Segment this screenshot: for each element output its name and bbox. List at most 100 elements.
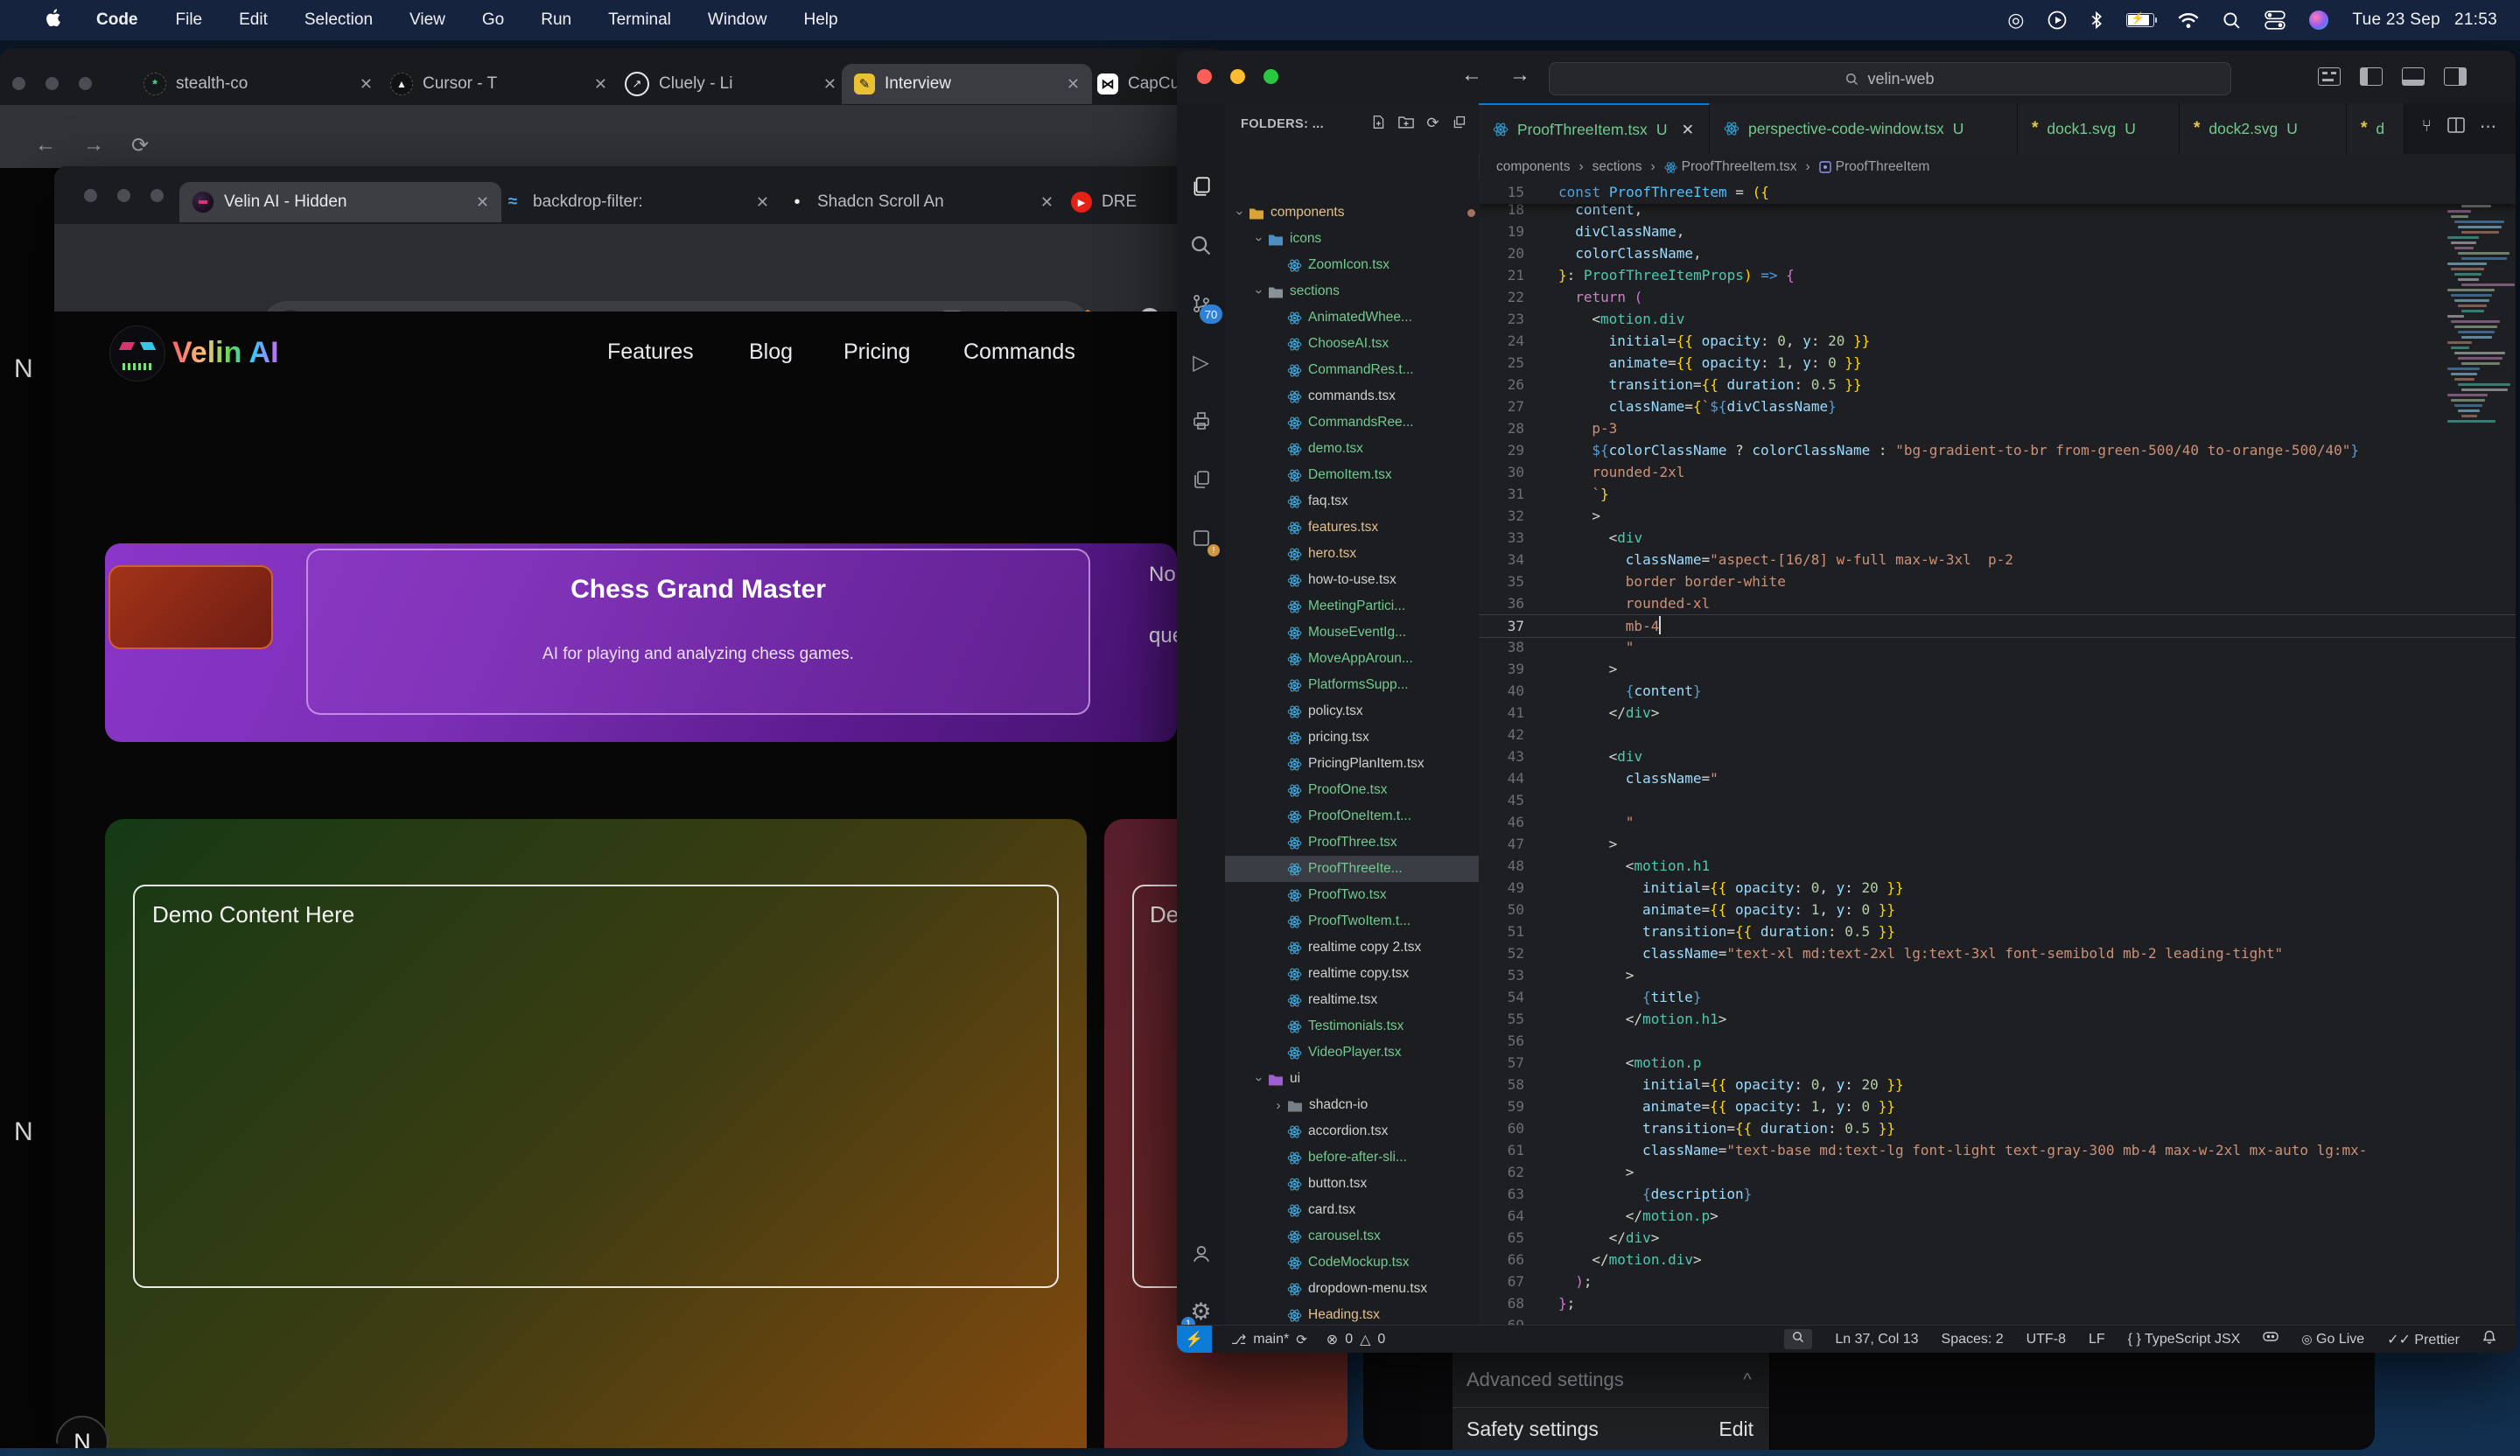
bluetooth-icon[interactable] (2090, 10, 2103, 30)
go-live-button[interactable]: ◎ Go Live (2301, 1332, 2364, 1348)
close-traffic-light[interactable] (84, 189, 97, 202)
breadcrumb-item[interactable]: sections (1592, 159, 1642, 175)
tree-item-shadcn-io[interactable]: ›shadcn-io (1225, 1092, 1480, 1118)
minimize-traffic-light[interactable] (46, 77, 59, 90)
tree-item-faq-tsx[interactable]: faq.tsx (1225, 488, 1480, 514)
language-mode[interactable]: { } TypeScript JSX (2128, 1332, 2241, 1348)
tree-item-platformssupp-[interactable]: PlatformsSupp...U (1225, 672, 1480, 698)
tree-item-videoplayer-tsx[interactable]: VideoPlayer.tsxU (1225, 1040, 1480, 1066)
menu-run[interactable]: Run (522, 10, 590, 30)
prettier-status[interactable]: ✓✓ Prettier (2387, 1331, 2460, 1348)
toggle-bottom-panel-icon[interactable] (2402, 67, 2425, 86)
command-center-search[interactable]: velin-web (1549, 62, 2231, 95)
browser-tab-backdrop-filter-[interactable]: ≈backdrop-filter:✕ (490, 182, 781, 222)
close-tab-icon[interactable]: ✕ (823, 75, 836, 94)
menu-terminal[interactable]: Terminal (590, 10, 690, 30)
tree-item-codemockup-tsx[interactable]: CodeMockup.tsxU (1225, 1250, 1480, 1276)
browser-tab-cluely-li[interactable]: ↗Cluely - Li✕ (612, 64, 849, 104)
editor-tab-dock2-svg[interactable]: *dock2.svgU (2180, 103, 2347, 154)
tree-item-accordion-tsx[interactable]: accordion.tsx (1225, 1118, 1480, 1144)
zoom-status-icon[interactable] (1784, 1329, 1812, 1349)
source-control-icon[interactable]: 70 (1177, 282, 1225, 326)
problems-status[interactable]: ⊗0△0 (1326, 1331, 1386, 1348)
zoom-traffic-light[interactable] (79, 77, 92, 90)
toggle-right-sidebar-icon[interactable] (2444, 67, 2467, 86)
tree-item-realtime-copy-tsx[interactable]: realtime copy.tsx (1225, 961, 1480, 987)
indentation[interactable]: Spaces: 2 (1942, 1332, 2004, 1348)
tree-item-zoomicon-tsx[interactable]: ZoomIcon.tsxU (1225, 252, 1480, 278)
tree-item-demo-tsx[interactable]: demo.tsxU (1225, 436, 1480, 462)
history-forward-icon[interactable]: → (1509, 63, 1530, 88)
close-tab-icon[interactable]: ✕ (594, 75, 607, 94)
remote-indicator-icon[interactable]: ⚡ (1177, 1326, 1212, 1353)
printer-icon[interactable] (1177, 399, 1225, 443)
tree-item-commandres-t-[interactable]: CommandRes.t...U (1225, 357, 1480, 383)
tree-item-commands-tsx[interactable]: commands.tsx (1225, 383, 1480, 410)
tree-item-button-tsx[interactable]: button.tsx (1225, 1171, 1480, 1197)
breadcrumb[interactable]: components›sections› ProofThreeItem.tsx›… (1496, 154, 2516, 180)
wifi-icon[interactable] (2178, 12, 2199, 29)
browser-tab-velin-ai-hidden[interactable]: Velin AI - Hidden✕ (179, 182, 501, 222)
tree-item-dropdown-menu-tsx[interactable]: dropdown-menu.tsx (1225, 1276, 1480, 1302)
browser-tab-interview[interactable]: ✎Interview✕ (842, 64, 1092, 104)
breadcrumb-item[interactable]: ProofThreeItem (1819, 159, 1930, 175)
accounts-icon[interactable] (1177, 1232, 1225, 1276)
zoom-traffic-light[interactable] (1264, 69, 1278, 84)
notifications-bell-icon[interactable] (2482, 1330, 2496, 1348)
forward-icon[interactable]: → (83, 133, 104, 158)
tree-item-animatedwhee-[interactable]: AnimatedWhee...U (1225, 304, 1480, 331)
nav-pricing[interactable]: Pricing (844, 340, 910, 365)
chevron-up-icon[interactable]: ^ (1741, 1370, 1754, 1390)
close-tab-icon[interactable]: ✕ (476, 193, 489, 212)
browser-tab-stealth-co[interactable]: *stealth-co✕ (131, 64, 385, 104)
new-file-icon[interactable] (1371, 115, 1386, 134)
menu-window[interactable]: Window (690, 10, 786, 30)
close-tab-icon[interactable]: ✕ (756, 193, 769, 212)
tree-item-pricingplanitem-tsx[interactable]: PricingPlanItem.tsx (1225, 751, 1480, 777)
breadcrumb-item[interactable]: ProofThreeItem.tsx (1664, 159, 1797, 175)
close-traffic-light[interactable] (1197, 69, 1212, 84)
tree-item-icons[interactable]: ›icons (1225, 226, 1480, 252)
tree-item-commandsree-[interactable]: CommandsRee...U (1225, 410, 1480, 436)
tree-item-realtime-tsx[interactable]: realtime.tsx (1225, 987, 1480, 1013)
velin-logo[interactable] (109, 326, 165, 382)
back-icon[interactable]: ← (35, 133, 56, 158)
editor-tab-dock1-svg[interactable]: *dock1.svgU (2018, 103, 2180, 154)
history-back-icon[interactable]: ← (1461, 63, 1482, 88)
extension-warning-icon[interactable]: ! (1177, 516, 1225, 560)
menu-selection[interactable]: Selection (286, 10, 391, 30)
battery-charging-icon[interactable]: ⚡ (2126, 13, 2154, 27)
reload-icon[interactable]: ⟳ (131, 133, 149, 158)
git-branch-status[interactable]: ⎇main*⟳ (1231, 1332, 1307, 1348)
tree-item-ui[interactable]: ›ui (1225, 1066, 1480, 1092)
new-folder-icon[interactable] (1398, 115, 1414, 134)
tree-item-card-tsx[interactable]: card.tsx (1225, 1197, 1480, 1223)
nextjs-dev-badge[interactable]: N (56, 1416, 108, 1448)
tree-item-hero-tsx[interactable]: hero.tsxM (1225, 541, 1480, 567)
apple-menu-icon[interactable] (30, 8, 78, 33)
tree-item-heading-tsx[interactable]: Heading.tsxM (1225, 1302, 1480, 1326)
close-tab-icon[interactable]: ✕ (1681, 121, 1694, 139)
menu-go[interactable]: Go (464, 10, 522, 30)
menu-app-name[interactable]: Code (78, 10, 158, 30)
tree-item-meetingpartici-[interactable]: MeetingPartici...U (1225, 593, 1480, 620)
explorer-icon[interactable] (1177, 164, 1225, 208)
minimize-traffic-light[interactable] (117, 189, 130, 202)
advanced-settings-label[interactable]: Advanced settings (1466, 1368, 1624, 1391)
menu-file[interactable]: File (158, 10, 221, 30)
editor-tab-d[interactable]: *d (2347, 103, 2404, 154)
brand-title[interactable]: Velin AI (172, 336, 279, 370)
tree-item-carousel-tsx[interactable]: carousel.tsxU (1225, 1223, 1480, 1250)
tree-item-moveapparoun-[interactable]: MoveAppAroun...U (1225, 646, 1480, 672)
tree-item-sections[interactable]: ›sections (1225, 278, 1480, 304)
close-tab-icon[interactable]: ✕ (1040, 193, 1054, 212)
tree-item-before-after-sli-[interactable]: before-after-sli...U (1225, 1144, 1480, 1171)
run-debug-icon[interactable]: ▷ (1177, 340, 1225, 384)
copilot-icon[interactable] (2263, 1331, 2278, 1348)
browser-tab-shadcn-scroll-an[interactable]: •Shadcn Scroll An✕ (774, 182, 1066, 222)
editor-tab-perspective-code-window-tsx[interactable]: perspective-code-window.tsxU (1710, 103, 2018, 154)
zoom-traffic-light[interactable] (150, 189, 164, 202)
siri-icon[interactable] (2309, 10, 2328, 30)
nav-commands[interactable]: Commands (963, 340, 1075, 365)
close-traffic-light[interactable] (12, 77, 25, 90)
